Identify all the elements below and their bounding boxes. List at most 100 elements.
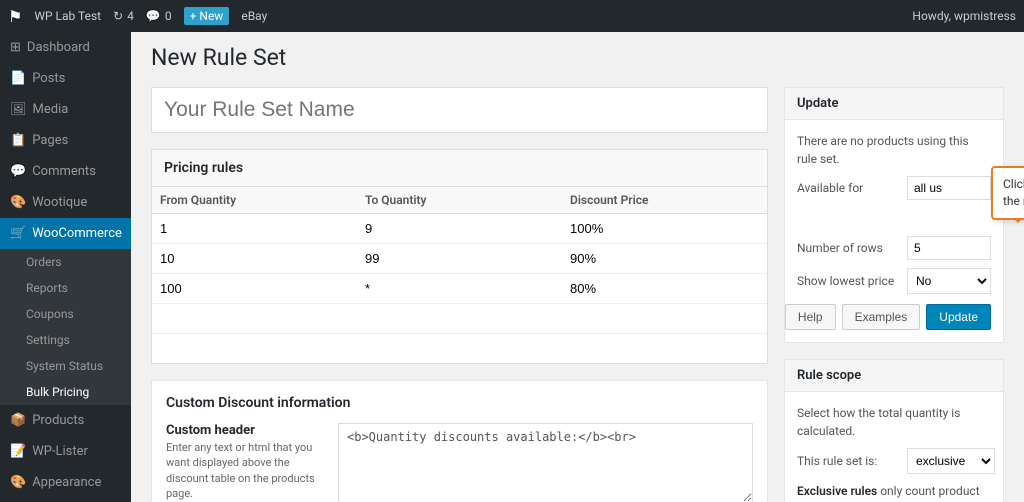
input-to-3[interactable] <box>357 304 562 333</box>
update-panel-title: Update <box>797 96 991 111</box>
input-from-0[interactable] <box>152 214 357 243</box>
sidebar-item-comments[interactable]: 💬 Comments <box>0 156 131 187</box>
custom-discount-section: Custom Discount information Custom heade… <box>151 380 768 502</box>
cell-from-2 <box>152 274 357 304</box>
input-discount-1[interactable] <box>562 244 767 273</box>
new-label: + New <box>184 7 230 25</box>
wp-logo-item[interactable]: ⚑ <box>8 7 22 26</box>
exclusive-bold: Exclusive rules <box>797 484 877 498</box>
pricing-rules-header: Pricing rules <box>152 150 767 187</box>
site-name: WP Lab Test <box>34 9 101 23</box>
update-panel-header: Update <box>785 88 1003 120</box>
sidebar-label-woocommerce: WooCommerce <box>32 226 122 241</box>
examples-button[interactable]: Examples <box>842 304 921 330</box>
sidebar-item-pages[interactable]: 📋 Pages <box>0 125 131 156</box>
sidebar-item-products[interactable]: 📦 Products <box>0 405 131 436</box>
input-from-1[interactable] <box>152 244 357 273</box>
site-name-item[interactable]: WP Lab Test <box>34 9 101 23</box>
custom-header-textarea[interactable] <box>338 423 753 502</box>
new-item[interactable]: + New <box>184 7 230 25</box>
input-discount-4[interactable] <box>562 334 767 363</box>
input-from-3[interactable] <box>152 304 357 333</box>
lowest-price-select[interactable]: No Yes <box>907 268 991 294</box>
rows-count-row: Number of rows <box>797 236 991 260</box>
updates-count: 4 <box>127 9 134 23</box>
cell-to-4 <box>357 334 562 364</box>
comments-item[interactable]: 💬 0 <box>146 9 172 23</box>
input-discount-3[interactable] <box>562 304 767 333</box>
col-to-qty: To Quantity <box>357 187 562 214</box>
wp-lister-icon: 📝 <box>10 444 26 459</box>
available-for-label: Available for <box>797 181 907 195</box>
sidebar-item-orders[interactable]: Orders <box>0 249 131 275</box>
custom-header-field: Custom header Enter any text or html tha… <box>166 423 753 502</box>
sidebar-item-wootique[interactable]: 🎨 Wootique <box>0 187 131 218</box>
ebay-label: eBay <box>241 9 267 23</box>
update-button-row: Help Examples Update <box>797 304 991 330</box>
cell-to-2 <box>357 274 562 304</box>
input-discount-0[interactable] <box>562 214 767 243</box>
right-sidebar: Update There are no products using this … <box>784 87 1004 502</box>
comments-icon: 💬 <box>146 9 161 23</box>
available-for-row: Available for <box>797 176 991 200</box>
input-to-1[interactable] <box>357 244 562 273</box>
pricing-rules-section: Pricing rules From Quantity To Quantity … <box>151 149 768 364</box>
custom-discount-title: Custom Discount information <box>166 395 753 411</box>
updates-icon: ↻ <box>113 9 123 23</box>
help-button[interactable]: Help <box>785 304 836 330</box>
ebay-item[interactable]: eBay <box>241 9 267 23</box>
pricing-rules-title: Pricing rules <box>164 160 243 176</box>
cell-discount-0 <box>562 214 767 244</box>
update-panel-body: There are no products using this rule se… <box>785 120 1003 342</box>
cell-from-1 <box>152 244 357 274</box>
updates-item[interactable]: ↻ 4 <box>113 9 134 23</box>
sidebar-label-media: Media <box>33 102 69 117</box>
cell-to-3 <box>357 304 562 334</box>
admin-bar: ⚑ WP Lab Test ↻ 4 💬 0 + New eBay Howdy, … <box>0 0 1024 32</box>
pages-icon: 📋 <box>10 133 26 148</box>
tooltip-text: Click here to update the rule set <box>1003 177 1024 208</box>
sidebar-item-plugins[interactable]: 🔌 Plugins 1 <box>0 498 131 502</box>
woocommerce-submenu: Orders Reports Coupons Settings System S… <box>0 249 131 405</box>
sidebar-item-coupons[interactable]: Coupons <box>0 301 131 327</box>
available-for-input[interactable] <box>907 176 991 200</box>
sidebar-item-bulk-pricing[interactable]: Bulk Pricing <box>0 379 131 405</box>
comments-menu-icon: 💬 <box>10 164 26 179</box>
sidebar-item-reports[interactable]: Reports <box>0 275 131 301</box>
no-products-text: There are no products using this rule se… <box>797 132 991 168</box>
main-content: New Rule Set Pricing rules <box>131 32 1024 502</box>
input-from-2[interactable] <box>152 274 357 303</box>
howdy-text: Howdy, wpmistress <box>912 9 1016 23</box>
cell-discount-2 <box>562 274 767 304</box>
input-from-4[interactable] <box>152 334 357 363</box>
sidebar-item-posts[interactable]: 📄 Posts <box>0 63 131 94</box>
ruleset-name-input[interactable] <box>151 87 768 133</box>
sidebar-label-wootique: Wootique <box>32 195 87 210</box>
table-row <box>152 274 767 304</box>
sidebar-item-woocommerce[interactable]: 🛒 WooCommerce <box>0 218 131 249</box>
lowest-price-label: Show lowest price <box>797 274 907 288</box>
sidebar-item-settings[interactable]: Settings <box>0 327 131 353</box>
cell-discount-4 <box>562 334 767 364</box>
input-to-2[interactable] <box>357 274 562 303</box>
rule-scope-body: Select how the total quantity is calcula… <box>785 392 1003 502</box>
rule-set-is-label: This rule set is: <box>797 454 907 468</box>
input-to-0[interactable] <box>357 214 562 243</box>
admin-sidebar: ⊞ Dashboard 📄 Posts 🖼 Media 📋 Pages 💬 Co… <box>0 32 131 502</box>
input-discount-2[interactable] <box>562 274 767 303</box>
rule-scope-select[interactable]: exclusive cumulative <box>907 448 995 474</box>
sidebar-item-system-status[interactable]: System Status <box>0 353 131 379</box>
sidebar-item-dashboard[interactable]: ⊞ Dashboard <box>0 32 131 63</box>
input-to-4[interactable] <box>357 334 562 363</box>
rows-label: Number of rows <box>797 241 907 255</box>
sidebar-item-appearance[interactable]: 🎨 Appearance <box>0 467 131 498</box>
rows-input[interactable] <box>907 236 991 260</box>
wp-logo-icon: ⚑ <box>8 7 22 26</box>
update-button[interactable]: Update <box>926 304 991 330</box>
update-panel: Update There are no products using this … <box>784 87 1004 343</box>
cell-from-3 <box>152 304 357 334</box>
comments-count: 0 <box>165 9 172 23</box>
sidebar-item-wp-lister[interactable]: 📝 WP-Lister <box>0 436 131 467</box>
table-row <box>152 334 767 364</box>
sidebar-item-media[interactable]: 🖼 Media <box>0 94 131 125</box>
